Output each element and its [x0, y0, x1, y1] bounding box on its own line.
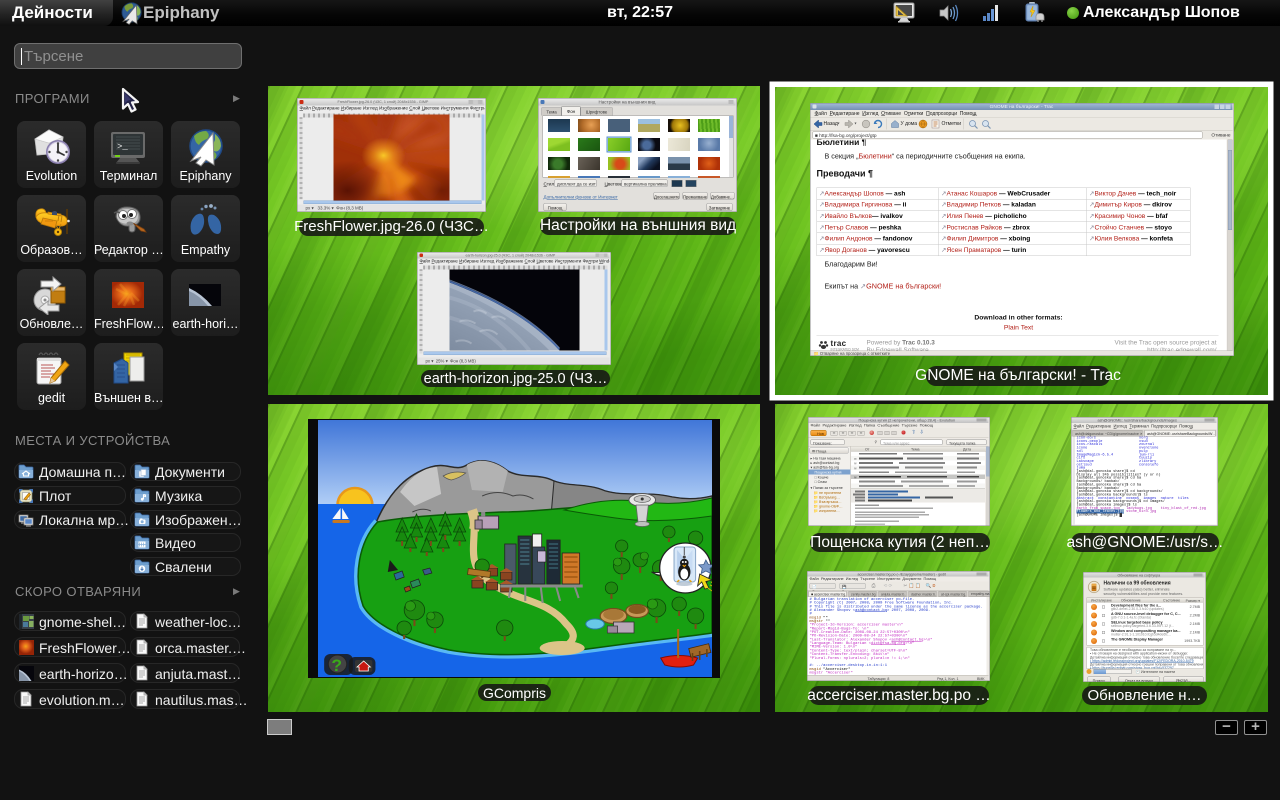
svg-text:?: ? — [331, 655, 342, 675]
svg-text:>_: >_ — [117, 142, 128, 152]
